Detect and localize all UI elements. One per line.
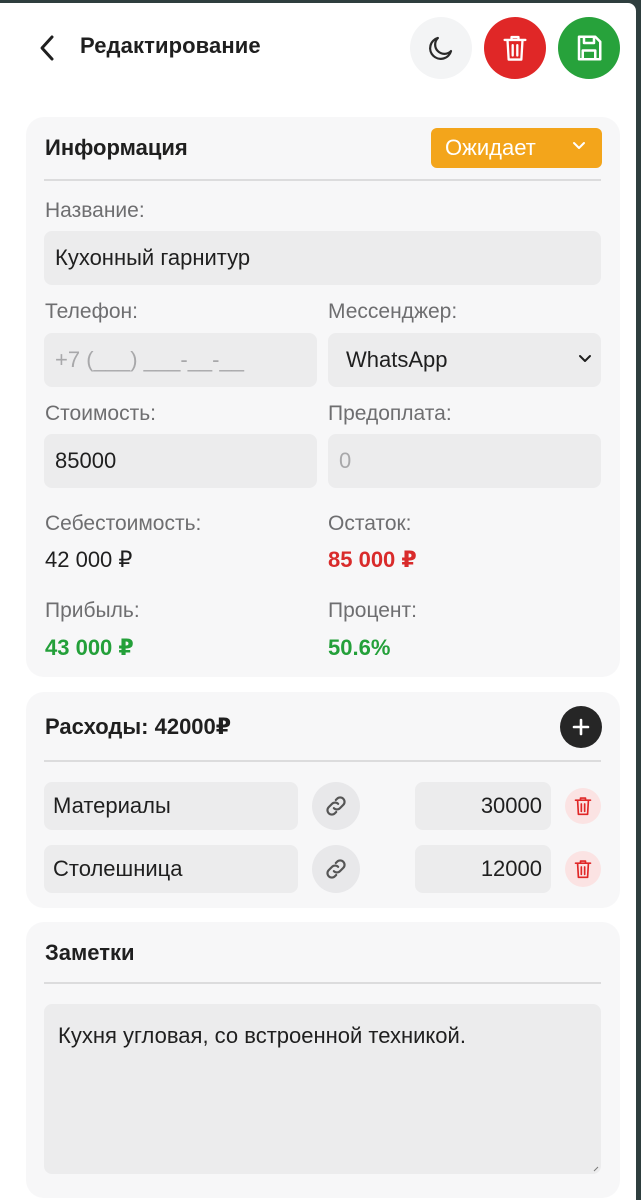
trash-icon (574, 860, 592, 879)
remainder-value: 85 000 ₽ (328, 547, 417, 572)
status-dropdown[interactable]: Ожидает (431, 128, 602, 168)
cost-field[interactable]: 85000 (44, 434, 317, 488)
phone-field[interactable]: +7 (___) ___-__-__ (44, 333, 317, 387)
notes-textarea[interactable]: Кухня угловая, со встроенной техникой. (44, 1004, 601, 1174)
trash-icon (503, 35, 527, 61)
selfcost-value: 42 000 ₽ (45, 547, 133, 572)
link-icon (326, 859, 346, 879)
notes-divider (44, 982, 601, 984)
expense-link-button[interactable] (312, 782, 360, 830)
theme-toggle-button[interactable] (410, 17, 472, 79)
selfcost-label: Себестоимость: (45, 512, 202, 535)
delete-button[interactable] (484, 17, 546, 79)
name-label: Название: (45, 199, 145, 222)
messenger-value: WhatsApp (346, 347, 448, 372)
header: Редактирование (0, 3, 636, 93)
profit-value: 43 000 ₽ (45, 635, 134, 660)
notes-title: Заметки (45, 940, 135, 965)
info-divider (44, 179, 601, 181)
back-button[interactable] (34, 31, 60, 65)
phone-label: Телефон: (45, 300, 138, 323)
profit-label: Прибыль: (45, 599, 140, 622)
delete-expense-button[interactable] (565, 788, 601, 824)
resize-grip-icon[interactable] (593, 1166, 599, 1172)
chevron-down-icon (573, 142, 585, 149)
cost-label: Стоимость: (45, 402, 156, 425)
messenger-label: Мессенджер: (328, 300, 458, 323)
delete-expense-button[interactable] (565, 851, 601, 887)
status-label: Ожидает (445, 135, 536, 160)
chevron-down-icon (579, 355, 591, 362)
expense-link-button[interactable] (312, 845, 360, 893)
expense-amount-field[interactable]: 30000 (415, 782, 551, 830)
prepayment-field[interactable]: 0 (328, 434, 601, 488)
edit-screen: Редактирование Информация Ожидает Назван… (0, 3, 636, 1200)
trash-icon (574, 797, 592, 816)
info-card: Информация Ожидает Название: Кухонный га… (26, 117, 620, 677)
page-title: Редактирование (80, 33, 261, 58)
expense-name-field[interactable]: Столешница (44, 845, 298, 893)
link-icon (326, 796, 346, 816)
add-expense-button[interactable] (560, 706, 602, 748)
save-button[interactable] (558, 17, 620, 79)
info-title: Информация (45, 135, 188, 160)
notes-text: Кухня угловая, со встроенной техникой. (58, 1023, 466, 1048)
expenses-card: Расходы: 42000₽ Материалы 30000 Столешни… (26, 692, 620, 908)
expenses-divider (44, 760, 601, 762)
name-field[interactable]: Кухонный гарнитур (44, 231, 601, 285)
plus-icon (572, 718, 590, 736)
remainder-label: Остаток: (328, 512, 412, 535)
percent-value: 50.6% (328, 635, 391, 660)
prepayment-label: Предоплата: (328, 402, 452, 425)
expense-amount-field[interactable]: 12000 (415, 845, 551, 893)
expense-name-field[interactable]: Материалы (44, 782, 298, 830)
chevron-left-icon (40, 35, 54, 61)
messenger-select[interactable]: WhatsApp (328, 333, 601, 387)
floppy-disk-icon (577, 35, 602, 61)
percent-label: Процент: (328, 599, 417, 622)
expenses-title: Расходы: 42000₽ (45, 714, 232, 739)
moon-icon (429, 36, 453, 60)
notes-card: Заметки Кухня угловая, со встроенной тех… (26, 922, 620, 1198)
